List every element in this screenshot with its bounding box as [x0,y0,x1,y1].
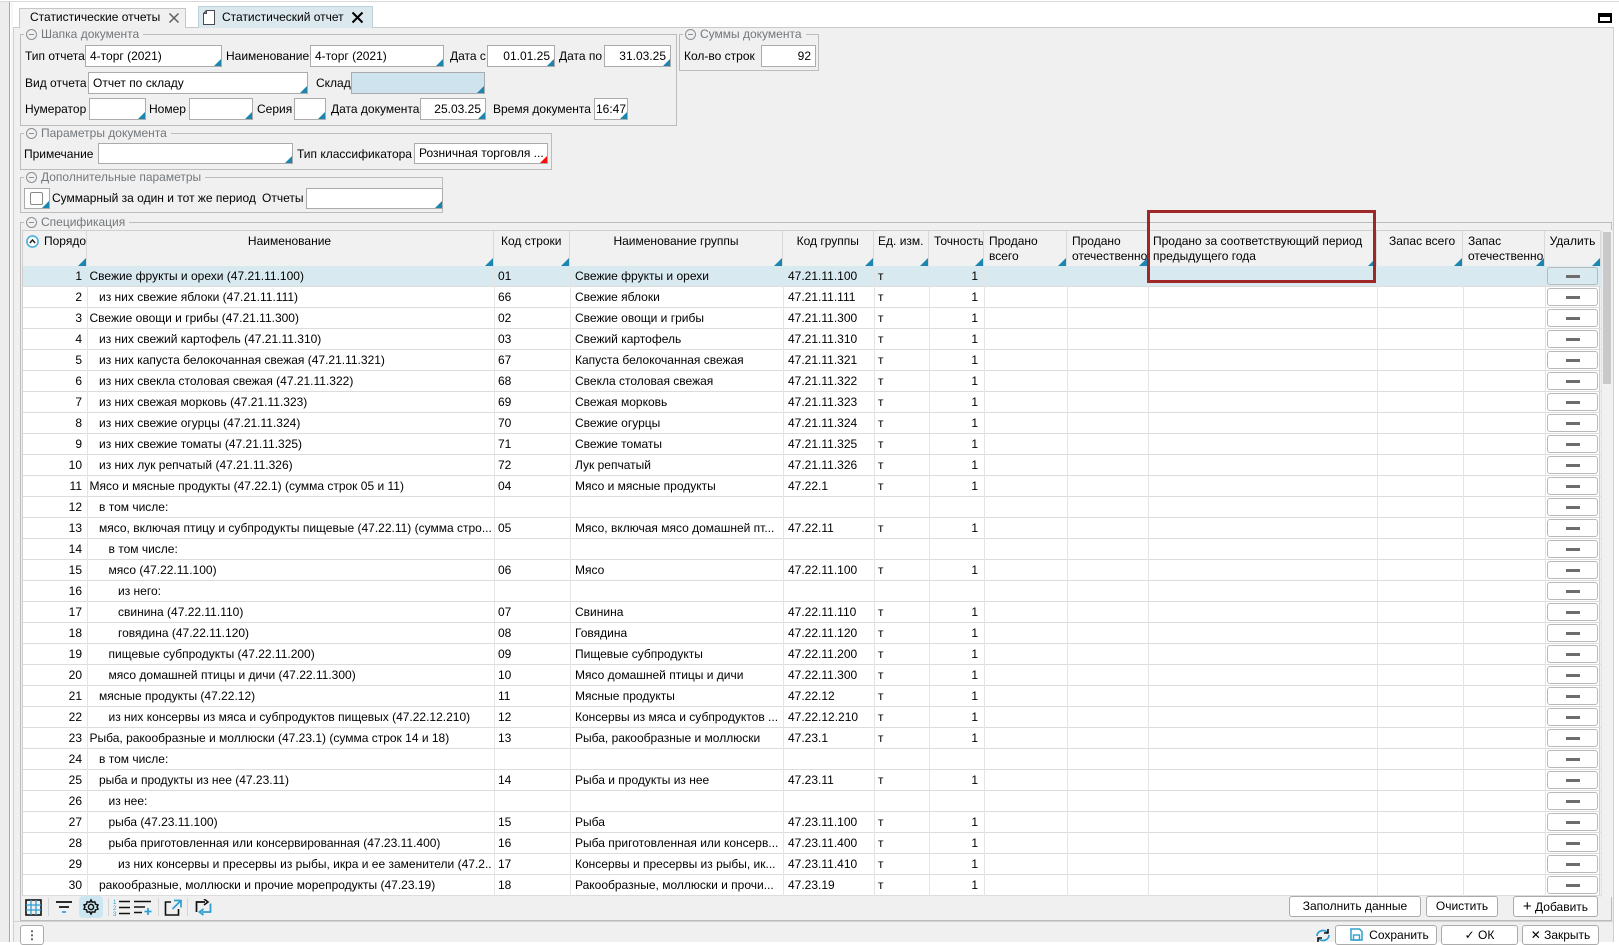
svg-text:3: 3 [113,912,117,916]
